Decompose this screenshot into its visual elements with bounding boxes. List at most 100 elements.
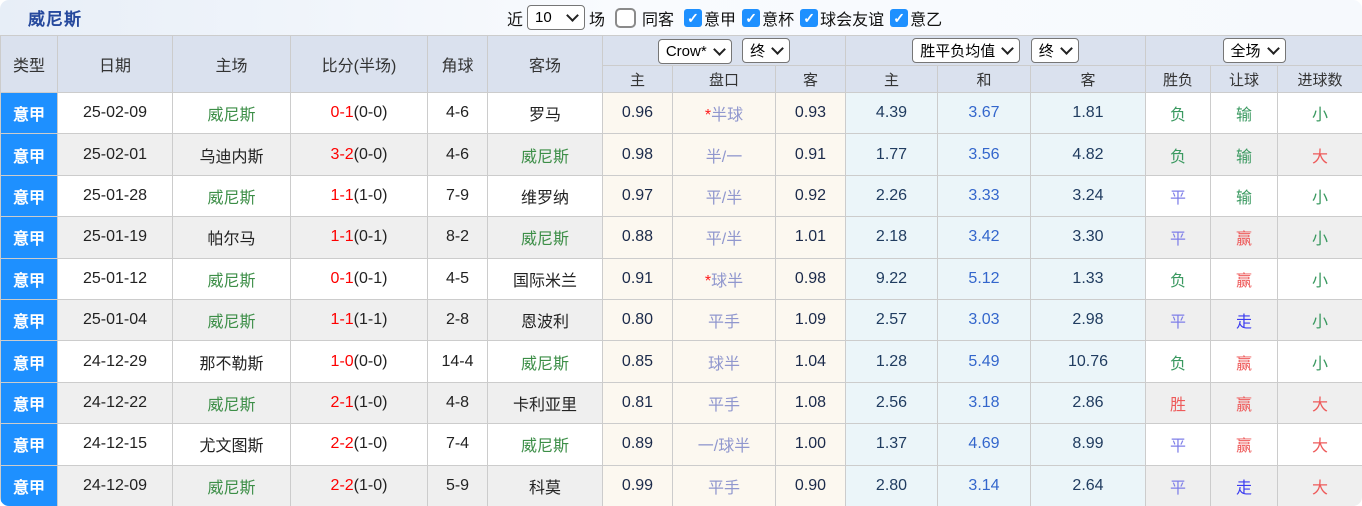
handicap-line: 平手	[672, 464, 776, 506]
avg-home-odds: 2.26	[845, 174, 938, 218]
full-match-select[interactable]: 全场	[1222, 38, 1286, 63]
avg-home-odds: 4.39	[845, 91, 938, 135]
chevron-down-icon	[566, 9, 579, 22]
match-date: 25-01-04	[57, 298, 173, 342]
handicap-star: *	[704, 107, 712, 125]
match-result: 负	[1145, 91, 1211, 135]
avg-away-odds: 2.86	[1030, 381, 1146, 425]
handicap-away-odds: 0.91	[775, 133, 846, 176]
goals-result: 小	[1276, 216, 1362, 259]
away-team: 卡利亚里	[487, 381, 603, 425]
away-team: 国际米兰	[487, 257, 603, 300]
table-row: 意甲 25-01-04 威尼斯 1-1(1-1) 2-8 恩波利 0.80 平手 1.09 2.5…	[0, 298, 1362, 342]
match-date: 24-12-09	[57, 464, 173, 506]
handicap-line: 平/半	[672, 216, 776, 259]
odds-company-select[interactable]: Crow*	[657, 38, 732, 64]
avg-away-odds: 4.82	[1030, 133, 1146, 176]
league-checkbox-coppa-italia[interactable]	[742, 8, 761, 27]
away-team: 威尼斯	[487, 340, 603, 383]
recent-label: 近	[507, 11, 524, 29]
handicap-home-odds: 0.88	[602, 216, 673, 259]
header-away: 客场	[487, 35, 603, 93]
match-date: 25-02-01	[57, 133, 173, 176]
handicap-result: 赢	[1210, 257, 1278, 300]
avg-home-odds: 2.57	[845, 298, 938, 342]
handicap-line: 平手	[672, 381, 776, 425]
avg-home-odds: 2.80	[845, 464, 938, 506]
avg-away-odds: 2.98	[1030, 298, 1146, 342]
league-label-serie-a: 意甲	[704, 11, 737, 29]
corner-count: 7-9	[427, 174, 488, 218]
league-label-coppa-italia: 意杯	[762, 11, 795, 29]
league-checkbox-serie-a[interactable]	[684, 8, 703, 27]
handicap-time-select[interactable]: 终	[742, 37, 791, 63]
table-row: 意甲 24-12-15 尤文图斯 2-2(1-0) 7-4 威尼斯 0.89 一/球半 1.00…	[0, 423, 1362, 466]
league-badge: 意甲	[0, 340, 58, 383]
match-result: 胜	[1145, 381, 1211, 425]
goals-result: 小	[1276, 340, 1362, 383]
avg-away-odds: 3.24	[1030, 174, 1146, 218]
match-result: 负	[1145, 133, 1211, 176]
table-row: 意甲 25-01-19 帕尔马 1-1(0-1) 8-2 威尼斯 0.88 平/半 1.01 2.…	[0, 216, 1362, 259]
match-date: 25-01-12	[57, 257, 173, 300]
top-bar: 威尼斯 近 10 场 同客 意甲 意杯 球会友谊 意乙	[0, 0, 1362, 35]
corner-count: 14-4	[427, 340, 488, 383]
handicap-line: 平/半	[672, 174, 776, 218]
same-away-checkbox[interactable]	[615, 7, 637, 28]
home-team: 威尼斯	[172, 298, 291, 342]
handicap-away-odds: 1.01	[775, 216, 846, 259]
league-badge: 意甲	[0, 381, 58, 425]
match-date: 25-01-28	[57, 174, 173, 218]
header-type: 类型	[0, 35, 58, 93]
handicap-line: 一/球半	[672, 423, 776, 466]
match-result: 平	[1145, 174, 1211, 218]
avg-away-odds: 3.30	[1030, 216, 1146, 259]
games-label: 场	[589, 11, 606, 29]
recent-count-select[interactable]: 10	[527, 5, 586, 30]
handicap-result: 走	[1210, 464, 1278, 506]
league-checkbox-club-friendly[interactable]	[800, 8, 819, 27]
handicap-result: 赢	[1210, 423, 1278, 466]
match-result: 负	[1145, 340, 1211, 383]
same-away-label: 同客	[642, 11, 675, 29]
handicap-away-odds: 0.92	[775, 174, 846, 218]
subheader-result: 胜负	[1145, 65, 1211, 93]
home-team: 尤文图斯	[172, 423, 291, 466]
score-cell: 1-1(1-1)	[290, 298, 428, 342]
away-team: 威尼斯	[487, 423, 603, 466]
avg-odds-select[interactable]: 胜平负均值	[912, 38, 1021, 63]
league-badge: 意甲	[0, 91, 58, 135]
avg-home-odds: 2.18	[845, 216, 938, 259]
header-date: 日期	[57, 35, 173, 93]
match-date: 25-01-19	[57, 216, 173, 259]
handicap-away-odds: 0.90	[775, 464, 846, 506]
chevron-down-icon	[1059, 42, 1073, 55]
handicap-line: 球半	[672, 340, 776, 383]
score-cell: 0-1(0-1)	[290, 257, 428, 300]
league-badge: 意甲	[0, 133, 58, 176]
home-team: 威尼斯	[172, 174, 291, 218]
corner-count: 7-4	[427, 423, 488, 466]
avg-time-select[interactable]: 终	[1030, 38, 1079, 63]
subheader-handicap-line: 盘口	[672, 65, 776, 93]
avg-draw-odds: 3.14	[937, 464, 1031, 506]
match-date: 24-12-15	[57, 423, 173, 466]
handicap-home-odds: 0.99	[602, 464, 673, 506]
corner-count: 8-2	[427, 216, 488, 259]
table-row: 意甲 25-02-01 乌迪内斯 3-2(0-0) 4-6 威尼斯 0.98 半/一 0.91 1…	[0, 133, 1362, 176]
handicap-result: 走	[1210, 298, 1278, 342]
away-team: 科莫	[487, 464, 603, 506]
table-row: 意甲 25-01-12 威尼斯 0-1(0-1) 4-5 国际米兰 0.91 *球半 0.98 9…	[0, 257, 1362, 300]
matches-table: 类型 日期 主场 比分(半场) 角球 客场 Crow* 终 胜平负均值 终 全场	[0, 35, 1362, 506]
home-team: 乌迪内斯	[172, 133, 291, 176]
corner-count: 4-8	[427, 381, 488, 425]
goals-result: 小	[1276, 91, 1362, 135]
avg-draw-odds: 5.12	[937, 257, 1031, 300]
avg-home-odds: 2.56	[845, 381, 938, 425]
home-team: 帕尔马	[172, 216, 291, 259]
avg-draw-odds: 3.56	[937, 133, 1031, 176]
goals-result: 大	[1276, 381, 1362, 425]
avg-draw-odds: 4.69	[937, 423, 1031, 466]
handicap-result: 赢	[1210, 381, 1278, 425]
league-checkbox-serie-b[interactable]	[890, 8, 909, 27]
